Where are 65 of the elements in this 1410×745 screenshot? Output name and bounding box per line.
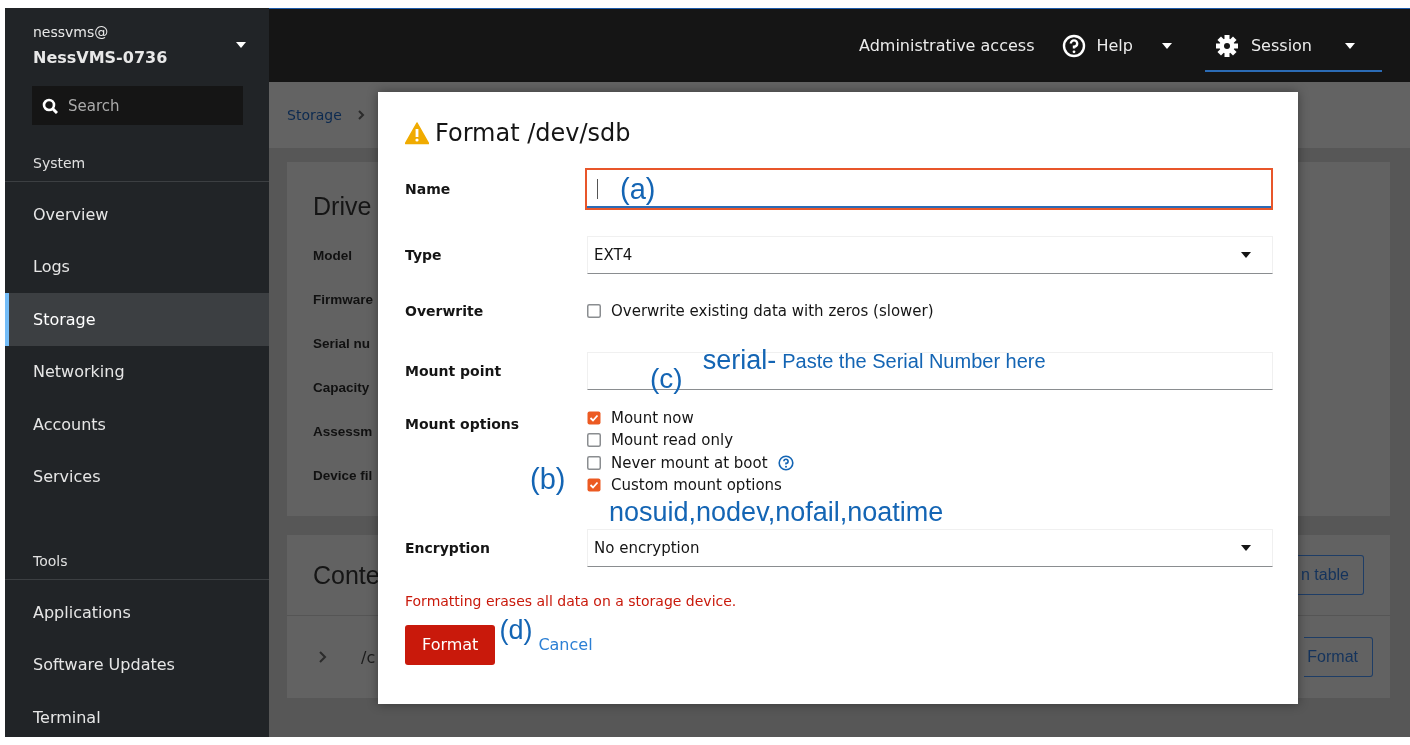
caret-icon bbox=[1344, 41, 1356, 50]
field-label: Firmware bbox=[313, 290, 374, 309]
form-label: Encryption bbox=[405, 539, 490, 556]
caret-icon[interactable] bbox=[235, 41, 247, 49]
admin-access-button[interactable]: Administrative access bbox=[845, 19, 1049, 72]
text-cursor bbox=[597, 179, 598, 199]
help-icon bbox=[1062, 33, 1087, 58]
cancel-link[interactable]: Cancel bbox=[538, 635, 593, 654]
checkbox[interactable] bbox=[587, 478, 601, 493]
help-button[interactable]: Help bbox=[1048, 19, 1187, 72]
host-name: NessVMS-0736 bbox=[33, 47, 168, 69]
checkbox-option[interactable]: Custom mount options bbox=[587, 474, 1273, 497]
nav-item[interactable]: Terminal bbox=[5, 691, 269, 744]
form-label: Name bbox=[405, 181, 451, 197]
gear-icon bbox=[1214, 33, 1239, 58]
format-button[interactable]: Format bbox=[405, 624, 496, 665]
nav-item[interactable]: Overview bbox=[5, 188, 269, 241]
select-dropdown[interactable]: No encryption bbox=[587, 528, 1273, 567]
caret-icon bbox=[1240, 543, 1252, 552]
search-field[interactable]: Search bbox=[32, 86, 243, 125]
field-label: Device fil bbox=[313, 466, 373, 485]
annotation-label: (a) bbox=[620, 172, 656, 206]
session-button[interactable]: Session bbox=[1204, 21, 1382, 72]
warning-icon bbox=[405, 121, 429, 145]
checkbox[interactable] bbox=[587, 455, 601, 470]
annotation-label: (b) bbox=[530, 462, 566, 496]
nav-item[interactable]: Logs bbox=[5, 240, 269, 293]
warning-text: Formatting erases all data on a storage device. bbox=[405, 592, 737, 609]
nav-item[interactable]: Services bbox=[5, 450, 269, 503]
field-label: Model bbox=[313, 246, 352, 265]
form-label: Overwrite bbox=[405, 303, 484, 320]
text-input[interactable]: (a) bbox=[585, 168, 1273, 210]
user-name: nessvms@ bbox=[33, 23, 110, 42]
select-dropdown[interactable]: EXT4 bbox=[587, 236, 1273, 274]
annotation-label: (d) bbox=[499, 615, 533, 646]
nav-item[interactable]: Applications bbox=[5, 586, 269, 639]
dialog-title: Format /dev/sdb bbox=[435, 119, 631, 147]
caret-icon bbox=[1160, 41, 1173, 50]
nav-item[interactable]: Accounts bbox=[5, 398, 269, 451]
caret-icon bbox=[1240, 251, 1252, 259]
chevron-icon[interactable] bbox=[319, 651, 327, 663]
annotation-label: nosuid,nodev,nofail,noatime bbox=[609, 496, 945, 527]
checkbox-option[interactable]: Overwrite existing data with zeros (slower) bbox=[587, 300, 1273, 323]
row-text: /c bbox=[361, 647, 376, 667]
checkbox-option[interactable]: Never mount at boot bbox=[587, 451, 1273, 474]
checkbox-option[interactable]: Mount read only bbox=[587, 429, 1273, 452]
field-label: Assessm bbox=[313, 422, 373, 441]
form-label: Mount point bbox=[405, 362, 502, 379]
checkbox[interactable] bbox=[587, 433, 601, 448]
checkbox-option[interactable]: Mount now bbox=[587, 406, 1273, 429]
field-label: Capacity bbox=[313, 378, 370, 397]
card-title: Drive bbox=[313, 192, 372, 221]
checkbox[interactable] bbox=[587, 410, 601, 425]
checkbox[interactable] bbox=[587, 304, 601, 319]
chevron-icon bbox=[357, 110, 365, 120]
search-icon bbox=[42, 98, 58, 114]
annotation-label: Paste the Serial Number here bbox=[782, 349, 1046, 373]
help-icon[interactable] bbox=[777, 454, 794, 471]
nav-item[interactable]: Software Updates bbox=[5, 638, 269, 691]
card-title: Conte bbox=[313, 560, 380, 590]
form-label: Type bbox=[405, 247, 442, 263]
nav-item[interactable]: Storage bbox=[5, 293, 269, 346]
field-label: Serial nu bbox=[313, 334, 371, 353]
nav-item[interactable]: Networking bbox=[5, 345, 269, 398]
form-label: Mount options bbox=[405, 415, 520, 432]
